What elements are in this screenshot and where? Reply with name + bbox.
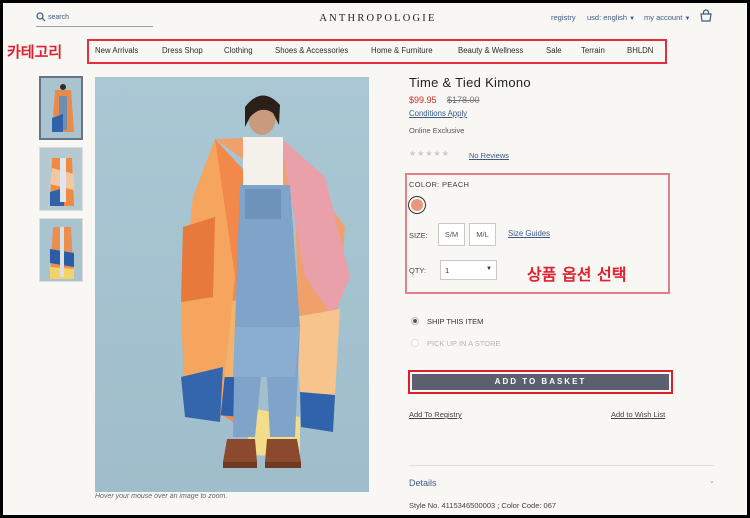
- thumbnail-2[interactable]: [39, 147, 83, 211]
- ship-item-radio[interactable]: [411, 317, 419, 325]
- nav-bhldn[interactable]: BHLDN: [627, 46, 653, 55]
- rating-stars: ★★★★★: [409, 149, 450, 158]
- sale-price: $99.95: [409, 95, 437, 105]
- category-annotation: 카테고리: [7, 43, 63, 61]
- nav-terrain[interactable]: Terrain: [581, 46, 605, 55]
- account-label: my account: [644, 13, 683, 22]
- nav-new-arrivals[interactable]: New Arrivals: [95, 46, 138, 55]
- options-annotation: 상품 옵션 선택: [527, 265, 627, 284]
- brand-logo[interactable]: ANTHROPOLOGIE: [3, 13, 747, 24]
- product-title: Time & Tied Kimono: [409, 75, 531, 90]
- thumbnail-3[interactable]: [39, 218, 83, 282]
- chevron-down-icon: ▼: [486, 266, 492, 272]
- conditions-link[interactable]: Conditions Apply: [409, 109, 467, 118]
- online-exclusive-label: Online Exclusive: [409, 126, 465, 135]
- thumbnail-image: [40, 148, 82, 210]
- chevron-down-icon[interactable]: ⌄: [709, 477, 715, 485]
- account-menu[interactable]: my account ▼: [644, 13, 690, 22]
- nav-shoes-accessories[interactable]: Shoes & Accessories: [275, 46, 348, 55]
- section-divider: [409, 465, 714, 466]
- thumbnail-image: [41, 78, 81, 138]
- basket-icon[interactable]: [699, 9, 713, 23]
- style-number: Style No. 4115346500003 ; Color Code: 06…: [409, 501, 557, 510]
- currency-selector[interactable]: usd: english ▼: [587, 13, 635, 22]
- nav-sale[interactable]: Sale: [546, 46, 562, 55]
- add-to-basket-button[interactable]: ADD TO BASKET: [412, 374, 669, 390]
- add-to-wishlist-link[interactable]: Add to Wish List: [611, 410, 665, 419]
- size-label: SIZE:: [409, 231, 428, 240]
- details-toggle[interactable]: Details: [409, 478, 437, 488]
- nav-dress-shop[interactable]: Dress Shop: [162, 46, 203, 55]
- thumbnail-1[interactable]: [39, 76, 83, 140]
- pickup-store-radio[interactable]: [411, 339, 419, 347]
- color-swatch-peach[interactable]: [408, 196, 426, 214]
- product-main-image[interactable]: [95, 77, 369, 492]
- quantity-value: 1: [445, 266, 450, 275]
- thumbnail-image: [40, 219, 82, 281]
- size-option-sm[interactable]: S/M: [438, 223, 465, 246]
- main-image-illustration: [95, 77, 369, 492]
- size-guides-link[interactable]: Size Guides: [508, 229, 550, 238]
- currency-label: usd: english: [587, 13, 628, 22]
- reviews-link[interactable]: No Reviews: [469, 151, 509, 160]
- nav-clothing[interactable]: Clothing: [224, 46, 253, 55]
- original-price: $178.00: [447, 95, 480, 105]
- chevron-down-icon: ▼: [684, 16, 691, 22]
- size-option-ml[interactable]: M/L: [469, 223, 496, 246]
- swatch-fill: [411, 199, 423, 211]
- quantity-select[interactable]: 1 ▼: [440, 260, 497, 280]
- qty-label: QTY:: [409, 266, 427, 275]
- add-to-basket-highlight: ADD TO BASKET: [408, 370, 673, 394]
- nav-beauty-wellness[interactable]: Beauty & Wellness: [458, 46, 523, 55]
- zoom-caption: Hover your mouse over an image to zoom.: [95, 493, 228, 500]
- page-frame: search ANTHROPOLOGIE registry usd: engli…: [3, 3, 747, 515]
- chevron-down-icon: ▼: [629, 16, 636, 22]
- pickup-store-label: PICK UP IN A STORE: [427, 339, 501, 348]
- ship-item-label: SHIP THIS ITEM: [427, 317, 484, 326]
- nav-home-furniture[interactable]: Home & Furniture: [371, 46, 433, 55]
- registry-link[interactable]: registry: [551, 13, 576, 22]
- add-to-registry-link[interactable]: Add To Registry: [409, 410, 462, 419]
- color-label: COLOR: PEACH: [409, 180, 470, 189]
